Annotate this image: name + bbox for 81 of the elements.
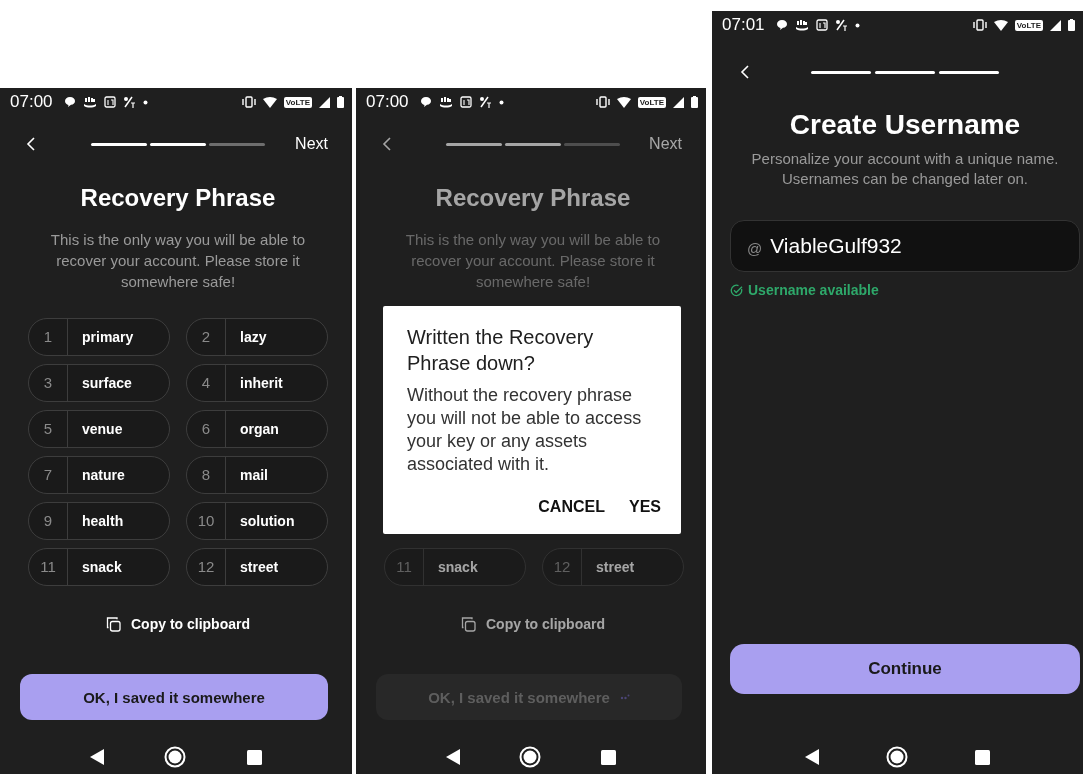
continue-button[interactable]: Continue (730, 644, 1080, 694)
back-icon[interactable] (740, 65, 750, 79)
back-nav-icon[interactable] (805, 749, 820, 765)
copy-button[interactable]: Copy to clipboard (461, 614, 605, 634)
dialog-action[interactable]: CANCEL (532, 494, 611, 520)
phrase-word: 6 organ (186, 410, 328, 448)
phrase-word: 5 venue (28, 410, 170, 448)
copy-icon (461, 616, 476, 632)
loading-dots-icon (619, 694, 630, 700)
back-nav-icon[interactable] (90, 749, 105, 765)
notification-icon (794, 19, 809, 31)
description: This is the only way you will be able to recover your account. Please store it somewhere safe! (404, 230, 662, 292)
phrase-word: 9 health (28, 502, 170, 540)
home-nav-icon[interactable] (519, 746, 542, 768)
battery-icon (1068, 19, 1075, 31)
percent-icon (834, 19, 848, 31)
username-field[interactable]: @ ViableGulf932 (730, 220, 1080, 272)
phrase-word: 3 surface (28, 364, 170, 402)
wifi-icon (262, 96, 277, 108)
copy-button[interactable]: Copy to clipboard (106, 614, 250, 634)
calendar-icon (459, 96, 472, 108)
screen-title: Recovery Phrase (79, 185, 277, 211)
status-time: 07:00 (366, 92, 409, 112)
notification-icon (438, 96, 453, 108)
volte-badge: VoLTE (1014, 19, 1043, 31)
calendar-icon (815, 19, 828, 31)
status-time: 07:00 (10, 92, 53, 112)
wifi-icon (993, 19, 1008, 31)
next-button[interactable]: Next (649, 135, 682, 153)
vibrate-icon (241, 96, 256, 108)
home-nav-icon[interactable] (164, 746, 187, 768)
phrase-word: 8 mail (186, 456, 328, 494)
copy-icon (106, 616, 121, 632)
battery-icon (337, 96, 344, 108)
recents-nav-icon[interactable] (974, 749, 990, 765)
description: Personalize your account with a unique name. Usernames can be changed later on. (750, 149, 1060, 189)
vibrate-icon (972, 19, 987, 31)
battery-icon (691, 96, 698, 108)
phrase-word: 10 solution (186, 502, 328, 540)
screen-title: Create Username (788, 110, 1022, 140)
phrase-word: 12 street (186, 548, 328, 586)
message-icon (775, 19, 788, 31)
phrase-word: 12 street (542, 548, 684, 586)
dot-icon (142, 99, 148, 105)
message-icon (63, 96, 76, 108)
back-icon[interactable] (382, 137, 392, 151)
recents-nav-icon[interactable] (601, 749, 617, 765)
home-nav-icon[interactable] (886, 746, 908, 768)
notification-icon (82, 96, 97, 108)
phrase-word: 1 primary (28, 318, 170, 356)
phrase-word: 7 nature (28, 456, 170, 494)
dialog-title: Written the Recovery Phrase down? (407, 325, 595, 376)
phrase-word: 2 lazy (186, 318, 328, 356)
phrase-word: 11 snack (384, 548, 526, 586)
availability-message: Username available (748, 282, 879, 298)
signal-icon (319, 96, 330, 108)
back-icon[interactable] (26, 137, 36, 151)
signal-icon (673, 96, 684, 108)
calendar-icon (103, 96, 116, 108)
recents-nav-icon[interactable] (246, 749, 262, 765)
dot-icon (498, 99, 504, 105)
description: This is the only way you will be able to recover your account. Please store it somewhere safe! (49, 230, 307, 292)
next-button[interactable]: Next (295, 135, 328, 153)
dialog-action[interactable]: YES (623, 494, 667, 520)
status-time: 07:01 (722, 15, 765, 35)
percent-icon (478, 96, 492, 108)
signal-icon (1050, 19, 1061, 31)
screen-title: Recovery Phrase (434, 185, 632, 211)
dot-icon (854, 22, 860, 28)
phrase-word: 4 inherit (186, 364, 328, 402)
vibrate-icon (595, 96, 610, 108)
phrase-word: 11 snack (28, 548, 170, 586)
volte-badge: VoLTE (283, 96, 312, 108)
wifi-icon (616, 96, 631, 108)
dialog-message: Without the recovery phrase you will not be able to access your key or any assets associated with it. (407, 384, 642, 476)
save-button[interactable]: OK, I saved it somewhere (20, 674, 328, 720)
message-icon (419, 96, 432, 108)
volte-badge: VoLTE (637, 96, 666, 108)
percent-icon (122, 96, 136, 108)
check-circle-icon (730, 283, 743, 297)
back-nav-icon[interactable] (445, 749, 460, 765)
